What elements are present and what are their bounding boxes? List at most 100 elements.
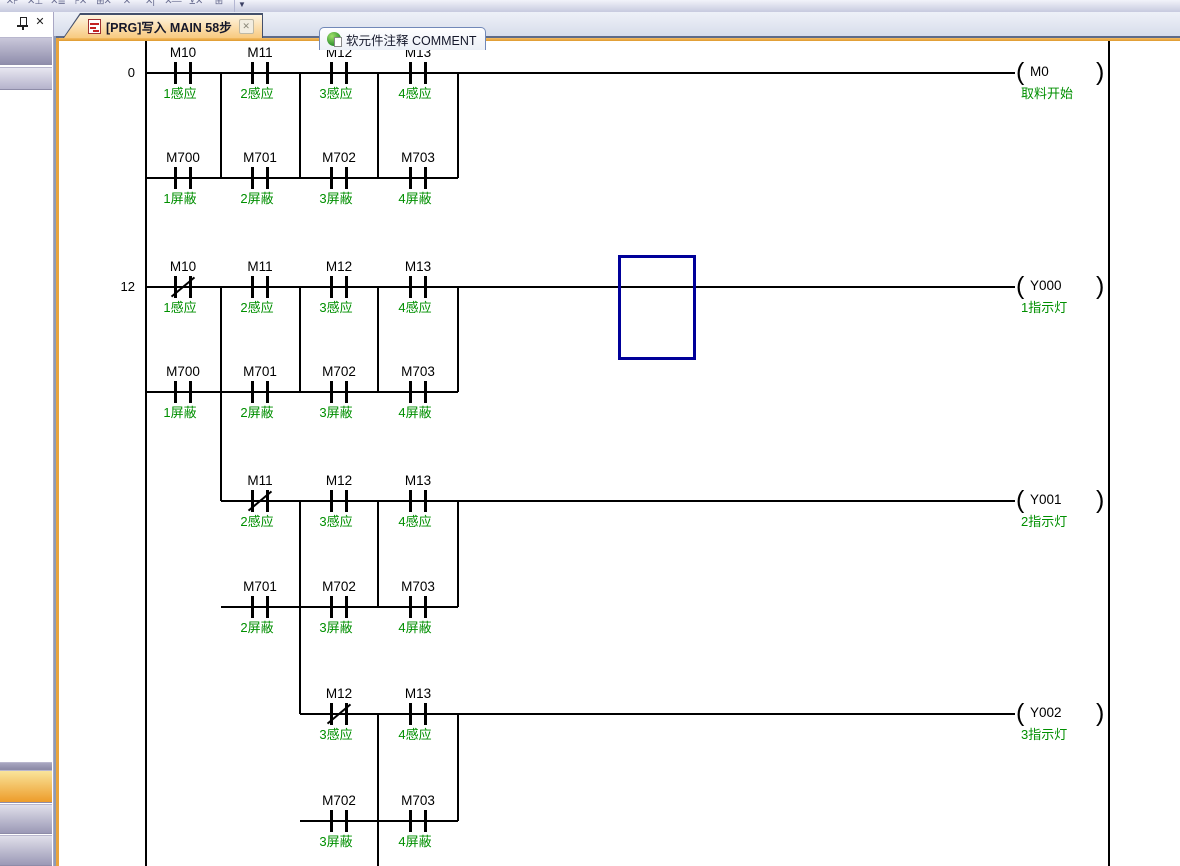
contact-no-M702-bar[interactable] — [345, 596, 348, 618]
step-number: 12 — [87, 279, 135, 294]
contact-no-M702-bar[interactable] — [345, 810, 348, 832]
contact-no-M703-bar[interactable] — [424, 381, 427, 403]
contact-no-M701[interactable] — [251, 596, 254, 618]
device-label: M12 — [294, 686, 384, 701]
close-contact-icon[interactable]: ✕⊥ — [25, 0, 44, 11]
ladder-editor-canvas[interactable]: 012M101感应M112感应M123感应M134感应M7001屏蔽M7012屏… — [59, 41, 1180, 866]
device-comment: 4屏蔽 — [367, 188, 463, 207]
open-branch-icon[interactable]: ✕≣ — [48, 0, 67, 11]
panel-toolbar-bar[interactable] — [0, 37, 52, 65]
contact-no-M700[interactable] — [174, 167, 177, 189]
contact-no-M12-bar[interactable] — [345, 62, 348, 84]
contact-no-M703-bar[interactable] — [424, 810, 427, 832]
contact-no-M13-bar[interactable] — [424, 490, 427, 512]
contact-no-M13[interactable] — [409, 490, 412, 512]
coil-Y001[interactable]: Y001 — [1030, 492, 1062, 507]
contact-no-M703[interactable] — [409, 381, 412, 403]
contact-no-M701[interactable] — [251, 381, 254, 403]
contact-no-M702[interactable] — [330, 810, 333, 832]
delete-vertical-line-icon[interactable]: ⊻✕ — [186, 0, 205, 11]
tab-close-icon[interactable]: ✕ — [239, 19, 254, 34]
contact-no-M13-bar[interactable] — [424, 703, 427, 725]
contact-no-M10[interactable] — [174, 62, 177, 84]
contact-no-M702[interactable] — [330, 167, 333, 189]
device-comment: 4屏蔽 — [367, 402, 463, 421]
contact-no-M12-bar[interactable] — [345, 490, 348, 512]
nav-button-3[interactable] — [0, 835, 52, 866]
coil-close-paren: ) — [1096, 273, 1104, 299]
coil-close-paren: ) — [1096, 487, 1104, 513]
contact-no-M12[interactable] — [330, 276, 333, 298]
contact-no-M13-bar[interactable] — [424, 62, 427, 84]
contact-no-M13[interactable] — [409, 62, 412, 84]
contact-no-M702[interactable] — [330, 381, 333, 403]
contact-no-M702[interactable] — [330, 596, 333, 618]
contact-no-M12-bar[interactable] — [345, 276, 348, 298]
coil-comment: 3指示灯 — [1021, 724, 1067, 743]
contact-no-M703[interactable] — [409, 167, 412, 189]
device-label: M701 — [215, 150, 305, 165]
ladder-program-icon — [88, 19, 101, 34]
wire-horizontal — [145, 72, 1015, 74]
contact-no-M702-bar[interactable] — [345, 167, 348, 189]
contact-no-M701[interactable] — [251, 167, 254, 189]
wire-horizontal — [221, 606, 458, 608]
contact-no-M13-bar[interactable] — [424, 276, 427, 298]
coil-open-paren: ( — [1016, 273, 1024, 299]
tab-device-comment[interactable]: 软元件注释 COMMENT — [319, 27, 486, 50]
pushpin-icon[interactable] — [17, 17, 29, 30]
contact-no-M700-bar[interactable] — [189, 167, 192, 189]
tab-label: [PRG]写入 MAIN 58步 — [106, 17, 232, 36]
contact-no-M701-bar[interactable] — [266, 381, 269, 403]
contact-no-M11[interactable] — [251, 276, 254, 298]
coil-close-paren: ) — [1096, 700, 1104, 726]
device-label: M12 — [294, 473, 384, 488]
open-contact-icon[interactable]: ✕⊦ — [2, 0, 21, 11]
wire-horizontal — [300, 713, 1015, 715]
coil-Y000[interactable]: Y000 — [1030, 278, 1062, 293]
contact-no-M11-bar[interactable] — [266, 62, 269, 84]
device-comment: 4感应 — [367, 724, 463, 743]
contact-no-M703-bar[interactable] — [424, 596, 427, 618]
contact-no-M10-bar[interactable] — [189, 62, 192, 84]
contact-no-M702-bar[interactable] — [345, 381, 348, 403]
horizontal-line-icon[interactable]: ✕— — [163, 0, 182, 11]
panel-header-bar[interactable] — [0, 67, 52, 90]
coil-Y002[interactable]: Y002 — [1030, 705, 1062, 720]
coil-open-paren: ( — [1016, 59, 1024, 85]
contact-no-M13[interactable] — [409, 703, 412, 725]
device-comment-icon — [327, 32, 341, 46]
coil-icon[interactable]: ⊞✕ — [94, 0, 113, 11]
contact-no-M13[interactable] — [409, 276, 412, 298]
contact-no-M12[interactable] — [330, 490, 333, 512]
panel-splitter[interactable] — [0, 762, 52, 770]
contact-no-M703-bar[interactable] — [424, 167, 427, 189]
contact-no-M11-bar[interactable] — [266, 276, 269, 298]
coil-comment: 取料开始 — [1021, 83, 1073, 102]
device-label: M703 — [373, 364, 463, 379]
contact-no-M11[interactable] — [251, 62, 254, 84]
tab-main-program[interactable]: [PRG]写入 MAIN 58步 ✕ — [63, 13, 263, 38]
contact-no-M700[interactable] — [174, 381, 177, 403]
close-branch-icon[interactable]: ⊦✕ — [71, 0, 90, 11]
nav-button-active[interactable] — [0, 770, 52, 803]
device-label: M13 — [373, 259, 463, 274]
contact-no-M703[interactable] — [409, 596, 412, 618]
panel-close-icon[interactable]: ✕ — [33, 15, 47, 29]
device-label: M703 — [373, 150, 463, 165]
device-comment: 4屏蔽 — [367, 617, 463, 636]
contact-no-M703[interactable] — [409, 810, 412, 832]
vertical-line-icon[interactable]: ✕| — [140, 0, 159, 11]
application-instruction-icon[interactable]: ✕ — [117, 0, 136, 11]
device-label: M11 — [215, 259, 305, 274]
contact-no-M701-bar[interactable] — [266, 596, 269, 618]
coil-M0[interactable]: M0 — [1030, 64, 1049, 79]
wire-horizontal — [221, 500, 1015, 502]
delete-horizontal-line-icon[interactable]: ⊞ — [209, 0, 228, 11]
contact-no-M700-bar[interactable] — [189, 381, 192, 403]
coil-comment: 2指示灯 — [1021, 511, 1067, 530]
contact-no-M701-bar[interactable] — [266, 167, 269, 189]
contact-no-M12[interactable] — [330, 62, 333, 84]
nav-button-2[interactable] — [0, 804, 52, 834]
wire-horizontal — [300, 820, 458, 822]
